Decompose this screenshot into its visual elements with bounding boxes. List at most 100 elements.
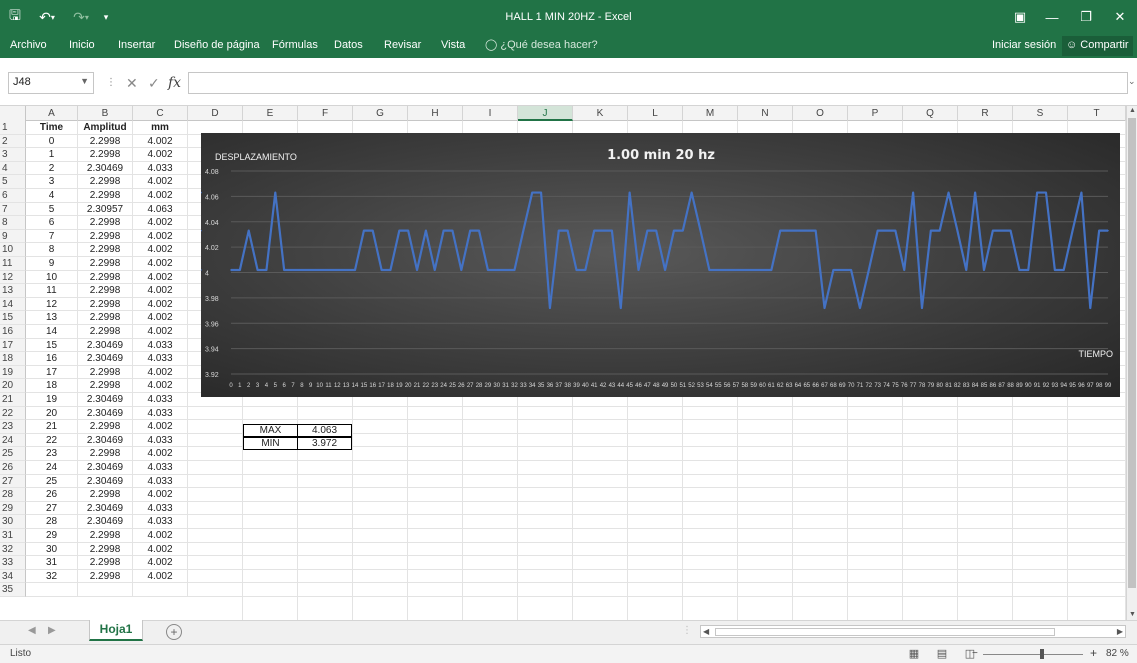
data-cell[interactable]: 2.2998: [78, 189, 133, 203]
data-cell[interactable]: 32: [26, 569, 78, 584]
data-cell[interactable]: 2.2998: [78, 542, 133, 557]
data-cell[interactable]: 4.002: [133, 569, 188, 584]
data-cell[interactable]: 2.2998: [78, 148, 133, 162]
data-cell[interactable]: 4.002: [133, 270, 188, 285]
data-cell[interactable]: 31: [26, 556, 78, 570]
row-header[interactable]: 5: [0, 175, 26, 189]
tab-formulas[interactable]: Fórmulas: [272, 34, 318, 58]
data-cell[interactable]: 2.30469: [78, 352, 133, 366]
data-cell[interactable]: 27: [26, 501, 78, 516]
data-cell[interactable]: 2.30469: [78, 501, 133, 516]
data-cell[interactable]: 2.2998: [78, 529, 133, 543]
data-cell[interactable]: 2.30469: [78, 461, 133, 475]
data-cell[interactable]: 1: [26, 148, 78, 162]
data-cell[interactable]: 4.033: [133, 461, 188, 475]
data-cell[interactable]: 2.2998: [78, 365, 133, 380]
data-cell[interactable]: 12: [26, 297, 78, 312]
zoom-in-icon[interactable]: +: [1090, 646, 1097, 660]
row-header[interactable]: 26: [0, 461, 26, 475]
data-cell[interactable]: 4.002: [133, 257, 188, 271]
data-cell[interactable]: 19: [26, 393, 78, 407]
data-cell[interactable]: 4: [26, 189, 78, 203]
data-cell[interactable]: 2.2998: [78, 216, 133, 230]
data-cell[interactable]: 2.30469: [78, 161, 133, 176]
expand-formula-icon[interactable]: ⌄: [1128, 76, 1136, 87]
data-cell[interactable]: 4.002: [133, 447, 188, 461]
data-cell[interactable]: 2.2998: [78, 379, 133, 393]
data-cell[interactable]: 4.002: [133, 488, 188, 502]
zoom-level[interactable]: 82 %: [1106, 648, 1129, 659]
data-cell[interactable]: 4.002: [133, 365, 188, 380]
data-cell[interactable]: 13: [26, 311, 78, 325]
header-cell[interactable]: Time: [26, 121, 78, 135]
min-label-cell[interactable]: MIN: [243, 437, 298, 450]
data-cell[interactable]: 4.033: [133, 433, 188, 448]
column-header-c[interactable]: C: [133, 106, 188, 121]
data-cell[interactable]: 4.033: [133, 161, 188, 176]
line-chart[interactable]: 3.92 3.94 3.96 3.98 4 4.02 4.04 4.06 4.08 0 1 2 3 4 5 6…: [201, 133, 1120, 397]
data-cell[interactable]: 4.033: [133, 474, 188, 489]
data-cell[interactable]: 24: [26, 461, 78, 475]
column-header-i[interactable]: I: [463, 106, 518, 121]
column-header-t[interactable]: T: [1068, 106, 1126, 121]
row-header[interactable]: 28: [0, 488, 26, 502]
column-header-a[interactable]: A: [26, 106, 78, 121]
data-cell[interactable]: 2.2998: [78, 556, 133, 570]
horizontal-scroll-thumb[interactable]: [715, 628, 1055, 636]
cancel-icon[interactable]: ✕: [126, 72, 138, 94]
row-header[interactable]: 20: [0, 379, 26, 393]
zoom-slider-thumb[interactable]: [1040, 649, 1044, 659]
data-cell[interactable]: 26: [26, 488, 78, 502]
page-layout-view-icon[interactable]: ▤: [934, 647, 950, 661]
data-cell[interactable]: 20: [26, 406, 78, 421]
scroll-left-icon[interactable]: ◀: [703, 626, 709, 637]
row-header[interactable]: 14: [0, 297, 26, 312]
row-header[interactable]: 22: [0, 406, 26, 421]
data-cell[interactable]: 2: [26, 161, 78, 176]
data-cell[interactable]: 23: [26, 447, 78, 461]
data-cell[interactable]: 4.002: [133, 216, 188, 230]
scroll-right-icon[interactable]: ▶: [1117, 626, 1123, 637]
data-cell[interactable]: 2.30469: [78, 406, 133, 421]
data-cell[interactable]: 4.002: [133, 148, 188, 162]
data-cell[interactable]: 4.033: [133, 338, 188, 353]
data-cell[interactable]: 2.2998: [78, 284, 133, 298]
data-cell[interactable]: 2.30469: [78, 433, 133, 448]
data-cell[interactable]: 2.2998: [78, 257, 133, 271]
column-header-r[interactable]: R: [958, 106, 1013, 121]
data-cell[interactable]: 2.2998: [78, 325, 133, 339]
data-cell[interactable]: 8: [26, 243, 78, 257]
row-header[interactable]: 8: [0, 216, 26, 230]
data-cell[interactable]: 2.30469: [78, 474, 133, 489]
data-cell[interactable]: 2.2998: [78, 420, 133, 434]
tab-inicio[interactable]: Inicio: [69, 34, 95, 58]
row-header[interactable]: 17: [0, 338, 26, 353]
data-cell[interactable]: 28: [26, 515, 78, 529]
data-cell[interactable]: 2.2998: [78, 175, 133, 189]
row-header[interactable]: 32: [0, 542, 26, 557]
data-cell[interactable]: 2.2998: [78, 270, 133, 285]
chevron-down-icon[interactable]: ▼: [80, 76, 89, 86]
data-cell[interactable]: 29: [26, 529, 78, 543]
data-cell[interactable]: 4.033: [133, 393, 188, 407]
enter-icon[interactable]: ✓: [148, 72, 160, 94]
add-sheet-icon[interactable]: +: [166, 624, 182, 640]
tab-insertar[interactable]: Insertar: [118, 34, 155, 58]
data-cell[interactable]: 3: [26, 175, 78, 189]
horizontal-scrollbar[interactable]: ◀ ▶: [700, 625, 1126, 638]
data-cell[interactable]: 4.002: [133, 556, 188, 570]
max-label-cell[interactable]: MAX: [243, 424, 298, 437]
scroll-down-icon[interactable]: ▼: [1127, 610, 1137, 620]
row-header[interactable]: 27: [0, 474, 26, 489]
splitter-icon[interactable]: ⋮: [682, 625, 692, 636]
next-sheet-icon[interactable]: ▶: [48, 625, 56, 636]
tab-diseno-de-pagina[interactable]: Diseño de página: [174, 34, 260, 58]
data-cell[interactable]: 4.002: [133, 325, 188, 339]
zoom-out-icon[interactable]: −: [972, 648, 978, 659]
data-cell[interactable]: 21: [26, 420, 78, 434]
insert-function-icon[interactable]: fx: [168, 72, 181, 94]
column-header-g[interactable]: G: [353, 106, 408, 121]
prev-sheet-icon[interactable]: ◀: [28, 625, 36, 636]
header-cell[interactable]: Amplitud: [78, 121, 133, 135]
data-cell[interactable]: 4.002: [133, 189, 188, 203]
